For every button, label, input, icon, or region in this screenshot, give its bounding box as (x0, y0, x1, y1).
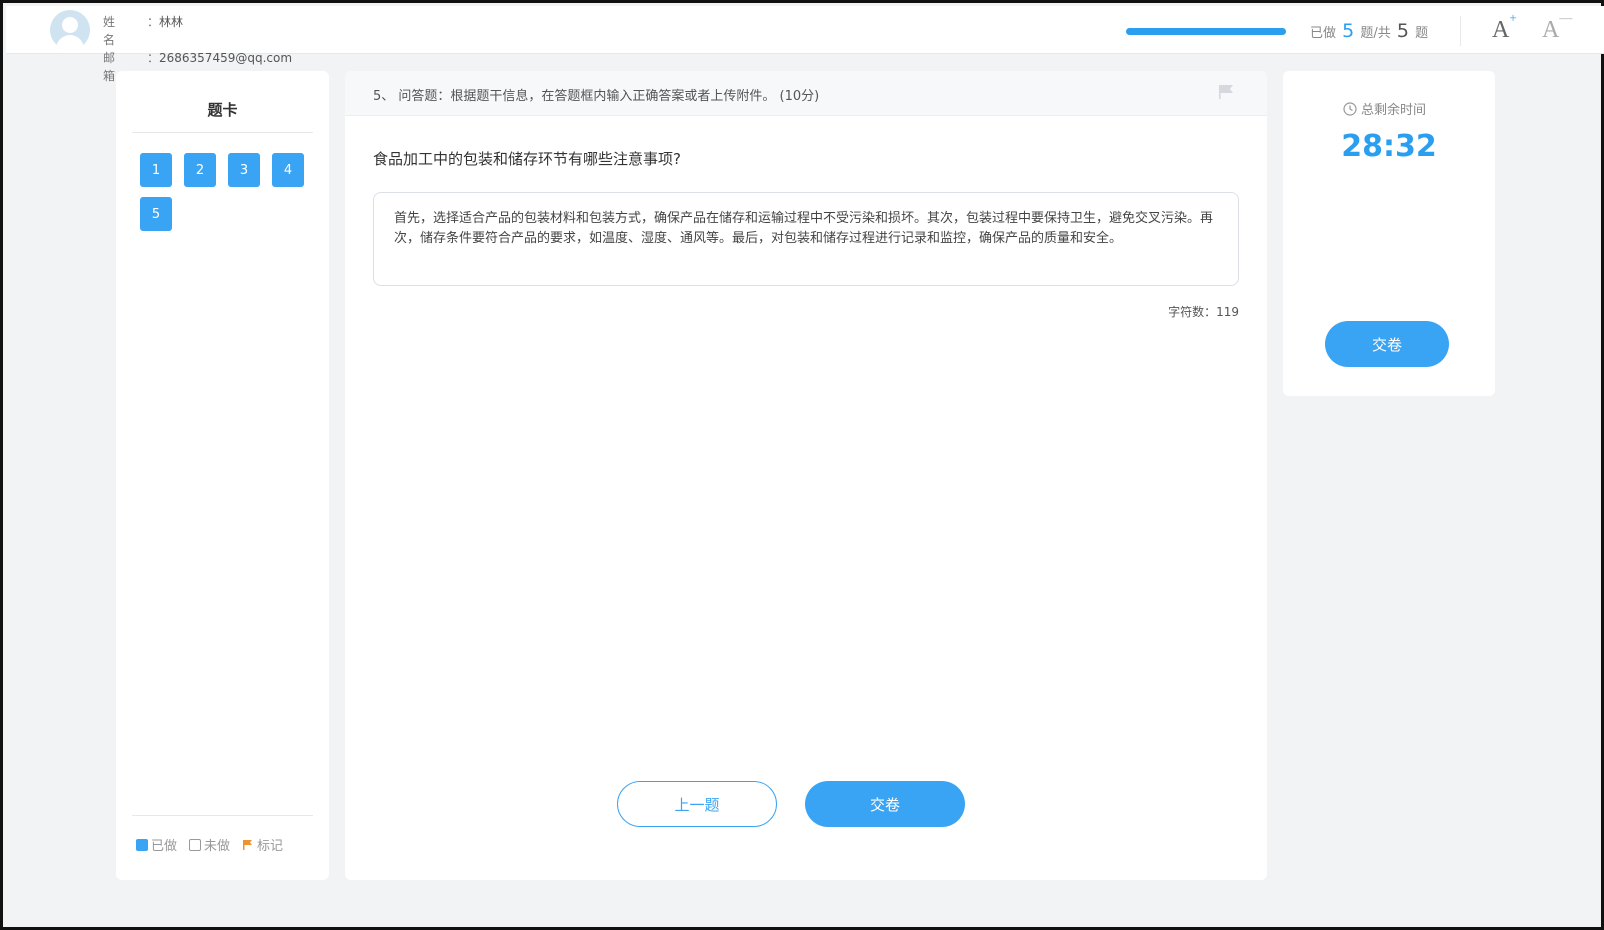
progress-total-count: 5 (1396, 20, 1410, 42)
done-square-icon (136, 838, 148, 851)
flag-icon[interactable] (1217, 83, 1235, 101)
avatar (50, 10, 90, 50)
status-legend: 已做 未做 标记 (136, 835, 295, 854)
progress-fill (1126, 28, 1286, 35)
font-decrease-button[interactable]: A— (1542, 10, 1572, 44)
question-number-grid: 1 2 3 4 5 (116, 133, 329, 241)
clock-icon (1343, 101, 1357, 116)
question-card-title: 题卡 (207, 101, 238, 119)
app-frame: 姓 名 ： 林林 邮 箱 ： 2686357459@qq.com 已做 5 题/… (0, 0, 1604, 930)
todo-square-icon (189, 838, 202, 851)
answer-textarea[interactable]: 首先，选择适合产品的包装材料和包装方式，确保产品在储存和运输过程中不受污染和损坏… (373, 192, 1239, 286)
prev-question-button[interactable]: 上一题 (617, 781, 777, 827)
submit-button[interactable]: 交卷 (805, 781, 965, 827)
name-label: 姓 名 (103, 15, 122, 47)
question-number-3[interactable]: 3 (228, 153, 260, 187)
divider (132, 815, 313, 816)
char-count: 字符数：119 (1168, 305, 1239, 319)
progress-bar (1126, 28, 1286, 35)
legend-todo: 未做 (189, 835, 230, 854)
flag-icon (243, 839, 253, 850)
question-number-4[interactable]: 4 (272, 153, 304, 187)
question-number-5[interactable]: 5 (140, 197, 172, 231)
question-number-1[interactable]: 1 (140, 153, 172, 187)
legend-marked: 标记 (242, 835, 283, 854)
question-text: 食品加工中的包装和储存环节有哪些注意事项? (373, 150, 681, 168)
header-bar: 姓 名 ： 林林 邮 箱 ： 2686357459@qq.com 已做 5 题/… (6, 6, 1604, 83)
question-instructions: 5、 问答题：根据题干信息，在答题框内输入正确答案或者上传附件。 (10分) (373, 89, 820, 104)
timer-panel: 总剩余时间 28:32 交卷 (1283, 71, 1495, 396)
font-increase-button[interactable]: A+ (1492, 10, 1517, 44)
submit-exam-button[interactable]: 交卷 (1325, 321, 1449, 367)
timer-value: 28:32 (1341, 129, 1437, 164)
legend-done: 已做 (136, 835, 177, 854)
question-panel: 5、 问答题：根据题干信息，在答题框内输入正确答案或者上传附件。 (10分) 食… (345, 71, 1267, 880)
question-number-2[interactable]: 2 (184, 153, 216, 187)
progress-done-count: 5 (1342, 20, 1355, 42)
navigation-buttons: 上一题 交卷 (617, 781, 965, 827)
header-divider (1460, 16, 1461, 46)
progress-text: 已做 5 题/共 5 题 (1310, 20, 1429, 42)
timer-label: 总剩余时间 (1343, 99, 1426, 118)
question-header: 5、 问答题：根据题干信息，在答题框内输入正确答案或者上传附件。 (10分) (345, 71, 1267, 116)
question-card-panel: 题卡 1 2 3 4 5 已做 未做 标记 (116, 71, 329, 880)
user-name: 林林 (159, 15, 184, 29)
